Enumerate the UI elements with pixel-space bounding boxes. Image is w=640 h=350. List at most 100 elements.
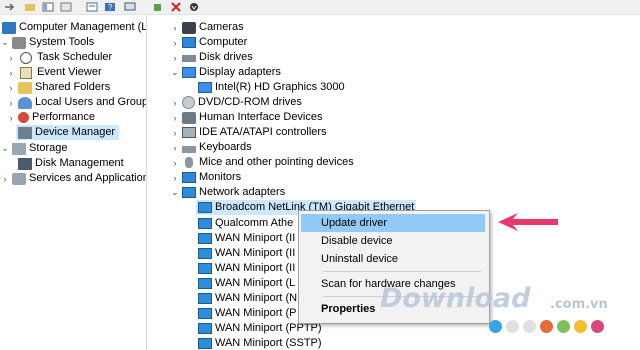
tree-root-computer-management[interactable]: Computer Management (Local <box>0 20 146 35</box>
tree-item-label: Event Viewer <box>37 66 102 78</box>
chevron-right-icon[interactable]: › <box>6 110 16 125</box>
chevron-right-icon[interactable]: › <box>6 65 16 80</box>
device-label: Cameras <box>199 21 244 33</box>
forward-arrow-icon[interactable] <box>2 0 18 13</box>
update-driver-icon[interactable] <box>150 0 166 13</box>
device-category-mice[interactable]: › Mice and other pointing devices <box>170 155 354 170</box>
device-label: WAN Miniport (P <box>215 307 297 319</box>
chevron-down-icon[interactable]: ⌄ <box>0 141 10 156</box>
disk-icon <box>18 157 32 170</box>
device-label: Human Interface Devices <box>199 111 323 123</box>
chevron-right-icon[interactable]: › <box>170 110 180 125</box>
device-label: Keyboards <box>199 141 252 153</box>
device-category-disk-drives[interactable]: › Disk drives <box>170 50 253 65</box>
computer-management-icon <box>2 21 16 34</box>
device-wan-miniport[interactable]: WAN Miniport (P <box>196 306 297 321</box>
chevron-right-icon[interactable]: › <box>170 125 180 140</box>
keyboard-icon <box>182 145 196 153</box>
chevron-right-icon[interactable]: › <box>170 155 180 170</box>
tree-item-local-users[interactable]: › Local Users and Groups <box>6 95 146 110</box>
device-label: Disk drives <box>199 51 253 63</box>
chevron-down-icon[interactable]: ⌄ <box>0 35 10 50</box>
tree-item-event-viewer[interactable]: › Event Viewer <box>6 65 102 80</box>
watermark-domain: .com.vn <box>550 297 608 312</box>
menu-item-uninstall-device[interactable]: Uninstall device <box>301 250 485 268</box>
up-folder-icon[interactable] <box>22 0 38 13</box>
uninstall-icon[interactable] <box>168 0 184 13</box>
clock-icon <box>20 51 32 64</box>
device-qualcomm-atheros[interactable]: Qualcomm Athe <box>196 216 293 231</box>
device-wan-miniport[interactable]: WAN Miniport (L <box>196 276 295 291</box>
tree-item-label: Performance <box>32 111 95 123</box>
tree-item-task-scheduler[interactable]: › Task Scheduler <box>6 50 112 65</box>
dot-icon <box>557 320 570 333</box>
device-label: IDE ATA/ATAPI controllers <box>199 126 327 138</box>
chevron-right-icon[interactable]: › <box>170 20 180 35</box>
device-label: WAN Miniport (II <box>215 262 296 274</box>
network-adapter-icon <box>198 263 212 274</box>
chevron-right-icon[interactable]: › <box>0 171 10 186</box>
chevron-down-icon[interactable]: ⌄ <box>170 185 180 200</box>
menu-separator <box>323 271 481 272</box>
monitor-icon <box>182 172 196 183</box>
tree-item-system-tools[interactable]: ⌄ System Tools <box>0 35 94 50</box>
hid-icon <box>182 111 196 124</box>
tree-item-services-applications[interactable]: › Services and Applications <box>0 171 147 186</box>
scan-icon[interactable] <box>186 0 202 13</box>
view-icon[interactable] <box>58 0 74 13</box>
chevron-right-icon[interactable]: › <box>6 80 16 95</box>
device-wan-miniport[interactable]: WAN Miniport (II <box>196 231 295 246</box>
storage-icon <box>12 142 26 155</box>
device-label: Mice and other pointing devices <box>199 156 354 168</box>
dot-icon <box>591 320 604 333</box>
chevron-right-icon[interactable]: › <box>6 95 16 110</box>
tree-item-label: Services and Applications <box>29 172 147 184</box>
device-label: WAN Miniport (II <box>215 247 296 259</box>
chevron-right-icon[interactable]: › <box>170 95 180 110</box>
device-wan-miniport[interactable]: WAN Miniport (N <box>196 291 297 306</box>
device-category-monitors[interactable]: › Monitors <box>170 170 241 185</box>
device-category-ide-controllers[interactable]: › IDE ATA/ATAPI controllers <box>170 125 327 140</box>
monitor-icon[interactable] <box>122 0 138 13</box>
log-icon <box>20 66 32 79</box>
network-adapter-icon <box>198 233 212 244</box>
network-adapter-icon <box>182 187 196 198</box>
device-category-cameras[interactable]: › Cameras <box>170 20 244 35</box>
device-category-dvd-cd-rom[interactable]: › DVD/CD-ROM drives <box>170 95 302 110</box>
device-intel-hd-graphics[interactable]: Intel(R) HD Graphics 3000 <box>196 80 345 95</box>
network-adapter-icon <box>198 202 212 213</box>
chevron-right-icon[interactable]: › <box>6 50 16 65</box>
device-category-display-adapters[interactable]: ⌄ Display adapters <box>170 65 281 80</box>
chevron-right-icon[interactable]: › <box>170 140 180 155</box>
tree-item-performance[interactable]: › Performance <box>6 110 95 125</box>
svg-text:?: ? <box>108 3 113 12</box>
device-category-keyboards[interactable]: › Keyboards <box>170 140 252 155</box>
chevron-right-icon[interactable]: › <box>170 35 180 50</box>
device-wan-miniport-sstp[interactable]: WAN Miniport (SSTP) <box>196 336 322 350</box>
device-label: DVD/CD-ROM drives <box>198 96 302 108</box>
tree-item-label: Storage <box>29 142 68 154</box>
chevron-down-icon[interactable]: ⌄ <box>170 65 180 80</box>
device-category-computer[interactable]: › Computer <box>170 35 247 50</box>
device-wan-miniport[interactable]: WAN Miniport (II <box>196 246 295 261</box>
tree-item-shared-folders[interactable]: › Shared Folders <box>6 80 110 95</box>
tree-item-disk-management[interactable]: Disk Management <box>16 156 124 171</box>
dot-icon <box>506 320 519 333</box>
tree-item-storage[interactable]: ⌄ Storage <box>0 141 68 156</box>
tools-icon <box>12 36 26 49</box>
menu-item-update-driver[interactable]: Update driver <box>301 214 485 232</box>
show-hide-tree-icon[interactable] <box>40 0 56 13</box>
chevron-right-icon[interactable]: › <box>170 170 180 185</box>
device-label: WAN Miniport (N <box>215 292 298 304</box>
watermark-dots <box>489 320 604 333</box>
device-category-network-adapters[interactable]: ⌄ Network adapters <box>170 185 285 200</box>
tree-item-label: Device Manager <box>35 126 116 138</box>
help-icon[interactable]: ? <box>102 0 118 13</box>
device-wan-miniport[interactable]: WAN Miniport (II <box>196 261 295 276</box>
chevron-right-icon[interactable]: › <box>170 50 180 65</box>
device-category-hid[interactable]: › Human Interface Devices <box>170 110 323 125</box>
properties-icon[interactable] <box>84 0 100 13</box>
menu-item-disable-device[interactable]: Disable device <box>301 232 485 250</box>
network-adapter-icon <box>198 308 212 319</box>
tree-item-device-manager[interactable]: Device Manager <box>16 125 120 140</box>
